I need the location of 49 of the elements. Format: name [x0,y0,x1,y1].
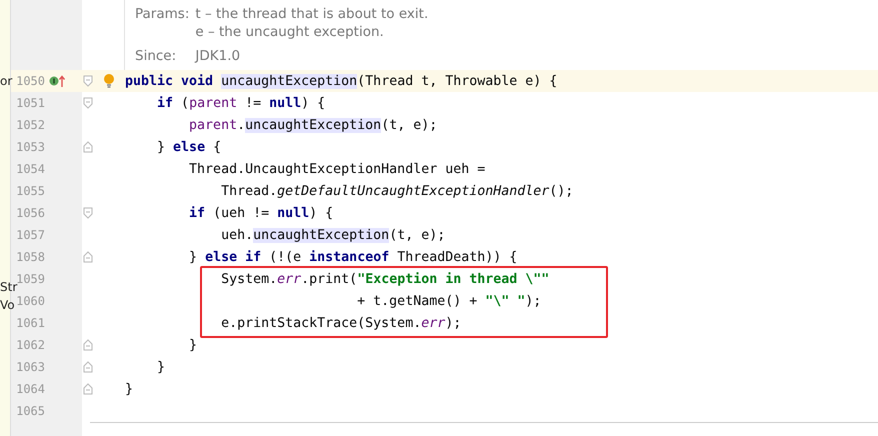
code-line: } [156,360,166,374]
cut-off-label: or [0,74,12,88]
line-number: 1056 [15,206,45,220]
doc-label: Params: [135,5,190,24]
fold-icon[interactable] [83,207,93,219]
fold-icon[interactable] [83,361,93,373]
line-number: 1057 [15,228,45,242]
code-line: if (parent != null) { [156,96,326,110]
line-number: 1053 [15,140,45,154]
line-number: 1063 [15,360,45,374]
code-line: System.err.print("Exception in thread \"" [220,272,550,286]
line-number: 1050 [15,74,45,88]
line-number: 1065 [15,404,45,418]
lightbulb-icon[interactable] [103,73,115,89]
doc-text: t – the thread that is about to exit. [195,5,428,23]
code-line: Thread.UncaughtExceptionHandler ueh = [188,162,486,176]
cut-off-label: Vo [0,298,15,312]
line-number: 1054 [15,162,45,176]
line-number: 1058 [15,250,45,264]
doc-text: e – the uncaught exception. [195,23,385,41]
line-number: 1055 [15,184,45,198]
fold-icon[interactable] [83,251,93,263]
code-line: } [125,382,134,396]
code-line: e.printStackTrace(System.err); [220,316,462,330]
line-number: 1061 [15,316,45,330]
code-line: public void uncaughtException(Thread t, Throwable e) { [125,74,558,88]
override-marker-icon[interactable] [49,74,67,88]
fold-icon[interactable] [83,141,93,153]
doc-label: Since: [135,47,178,65]
doc-text: JDK1.0 [195,47,242,65]
code-line: if (ueh != null) { [188,206,334,220]
code-line: ueh.uncaughtException(t, e); [220,228,446,242]
code-line: Thread.getDefaultUncaughtExceptionHandler(); [220,184,574,198]
line-number: 1064 [15,382,45,396]
line-number: 1062 [15,338,45,352]
fold-icon[interactable] [83,339,93,351]
line-number: 1059 [16,272,45,286]
line-number: 1051 [15,96,45,110]
cut-off-label: Str [0,280,18,294]
line-number: 1060 [15,294,45,308]
code-line: parent.uncaughtException(t, e); [188,118,438,132]
line-number: 1052 [15,118,45,132]
code-line: + t.getName() + "\" "); [356,294,542,308]
code-line: } else if (!(e instanceof ThreadDeath)) { [188,250,518,264]
fold-icon[interactable] [83,75,93,87]
fold-icon[interactable] [83,383,93,395]
fold-icon[interactable] [83,97,93,109]
code-line: } else { [156,140,222,154]
code-line: } [188,338,198,352]
